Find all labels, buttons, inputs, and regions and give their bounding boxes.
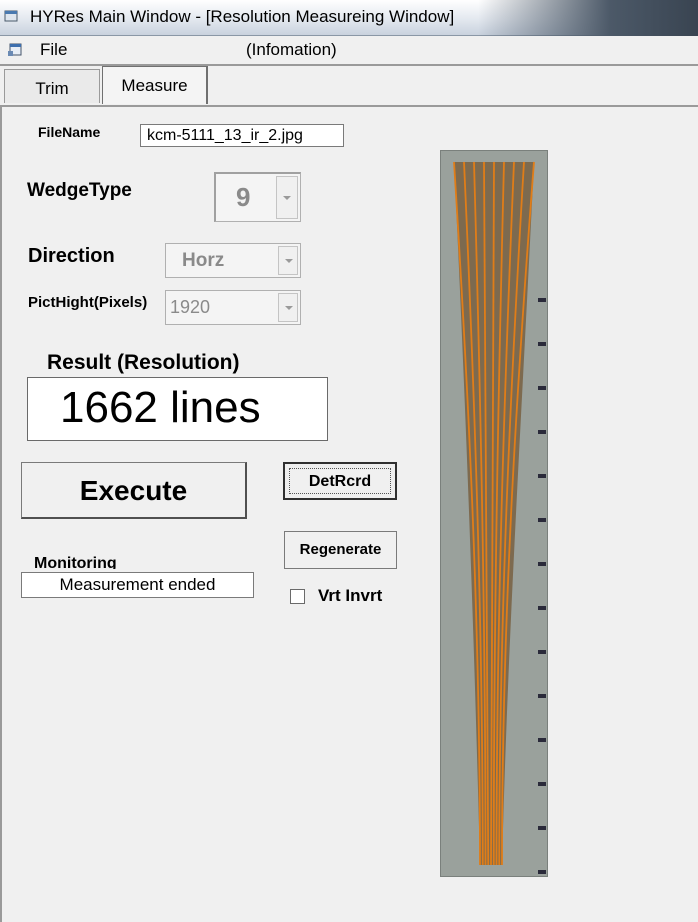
wedge-type-value: 9 bbox=[236, 182, 251, 212]
chevron-down-icon[interactable] bbox=[276, 176, 298, 219]
title-bar-shade bbox=[478, 0, 698, 36]
scale-tick bbox=[538, 870, 546, 874]
monitoring-status: Measurement ended bbox=[21, 572, 254, 598]
vrt-invrt-label[interactable]: Vrt Invrt bbox=[318, 586, 382, 606]
pict-height-value: 1920 bbox=[170, 297, 211, 317]
scale-tick bbox=[538, 430, 546, 434]
scale-tick bbox=[538, 826, 546, 830]
result-value: 1662 lines bbox=[27, 377, 328, 441]
menu-information[interactable]: (Infomation) bbox=[246, 40, 337, 60]
chevron-down-icon[interactable] bbox=[278, 293, 298, 322]
tab-strip: Trim Measure bbox=[0, 66, 698, 106]
app-icon bbox=[4, 10, 18, 22]
filename-label: FileName bbox=[38, 124, 101, 140]
scale-tick bbox=[538, 562, 546, 566]
window-title: HYRes Main Window - [Resolution Measurei… bbox=[30, 7, 455, 26]
resolution-wedge-image bbox=[440, 150, 548, 877]
focus-rect bbox=[289, 468, 391, 494]
panel-left-border bbox=[0, 105, 2, 922]
scale-tick bbox=[538, 518, 546, 522]
scale-tick bbox=[538, 738, 546, 742]
menu-file[interactable]: File bbox=[40, 40, 67, 60]
wedge-type-label: WedgeType bbox=[27, 180, 132, 201]
title-bar: HYRes Main Window - [Resolution Measurei… bbox=[0, 0, 698, 36]
vrt-invrt-checkbox[interactable] bbox=[290, 589, 305, 604]
filename-field[interactable]: kcm-5111_13_ir_2.jpg bbox=[140, 124, 344, 147]
scale-tick bbox=[538, 474, 546, 478]
scale-tick bbox=[538, 386, 546, 390]
direction-value: Horz bbox=[182, 250, 225, 271]
wedge-type-select[interactable]: 9 bbox=[214, 172, 301, 222]
menu-bar: File (Infomation) bbox=[0, 36, 698, 66]
document-icon[interactable] bbox=[8, 43, 24, 57]
direction-label: Direction bbox=[28, 245, 115, 267]
scale-tick bbox=[538, 694, 546, 698]
detrcrd-button[interactable]: DetRcrd bbox=[283, 462, 397, 500]
tab-measure[interactable]: Measure bbox=[102, 66, 208, 104]
scale-tick bbox=[538, 298, 546, 302]
chevron-down-icon[interactable] bbox=[278, 246, 298, 275]
result-label: Result (Resolution) bbox=[47, 351, 240, 374]
direction-select[interactable]: Horz bbox=[165, 243, 301, 278]
monitoring-label: Monitoring bbox=[34, 555, 117, 569]
pict-height-select[interactable]: 1920 bbox=[165, 290, 301, 325]
regenerate-button[interactable]: Regenerate bbox=[284, 531, 397, 569]
scale-tick bbox=[538, 606, 546, 610]
tab-trim[interactable]: Trim bbox=[4, 69, 100, 103]
scale-tick bbox=[538, 782, 546, 786]
execute-button[interactable]: Execute bbox=[21, 462, 247, 519]
scale-tick bbox=[538, 342, 546, 346]
scale-tick bbox=[538, 650, 546, 654]
pict-height-label: PictHight(Pixels) bbox=[28, 294, 148, 311]
tab-panel-border bbox=[0, 105, 698, 107]
